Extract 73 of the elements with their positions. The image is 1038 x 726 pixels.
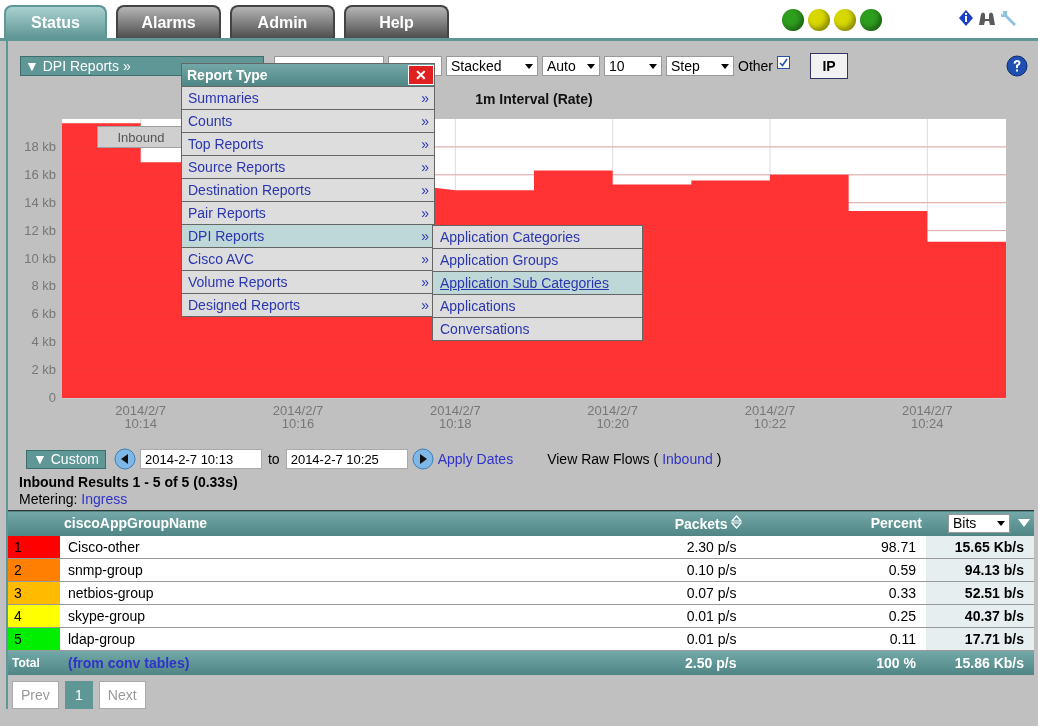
color-key-cell: 1: [8, 535, 60, 559]
submenu-arrow: »: [421, 90, 429, 106]
submenu-arrow: »: [421, 182, 429, 198]
menu-item-label: Designed Reports: [188, 297, 301, 313]
x-tick-label: 2014/2/7 10:18: [430, 403, 481, 431]
y-tick-label: 14 kb: [24, 194, 56, 210]
table-cell: 0.10 p/s: [517, 558, 747, 582]
total-note: (from conv tables): [60, 650, 518, 675]
table-cell: snmp-group: [60, 558, 518, 582]
submenu-arrow: »: [421, 205, 429, 221]
table-cell: 40.37 b/s: [926, 604, 1034, 628]
menu-item-label: Summaries: [188, 90, 259, 106]
total-cell: 100 %: [746, 650, 926, 675]
metering-label: Metering:: [19, 491, 78, 507]
chart-title: 1m Interval (Rate): [475, 91, 593, 107]
submenu-arrow: »: [421, 251, 429, 267]
y-tick-label: 4 kb: [31, 334, 56, 350]
raw-flows-close: ): [716, 451, 722, 467]
menu-item-label: Top Reports: [188, 136, 264, 152]
x-tick-label: 2014/2/7 10:16: [272, 403, 324, 431]
y-tick-label: 6 kb: [31, 306, 56, 322]
table-cell: 0.25: [746, 604, 926, 628]
menu-item-label: Volume Reports: [188, 274, 288, 290]
menu-item-label: Destination Reports: [188, 182, 311, 198]
table-cell: 98.71: [746, 535, 926, 559]
table-cell: 0.07 p/s: [517, 581, 747, 605]
menu-item-label: Cisco AVC: [188, 251, 254, 267]
menu-item-label: Counts: [188, 113, 233, 129]
raw-flows-label: View Raw Flows (: [547, 451, 659, 467]
y-tick-label: 10 kb: [24, 250, 56, 266]
color-key-cell: 3: [8, 581, 60, 605]
table-cell: 0.11: [746, 627, 926, 651]
table-cell: 15.65 Kb/s: [926, 535, 1034, 559]
submenu-arrow: »: [421, 136, 429, 152]
x-tick-label: 2014/2/7 10:24: [902, 403, 953, 431]
other-label: Other: [738, 58, 773, 74]
table-cell: 17.71 b/s: [926, 627, 1034, 651]
table-cell: 0.59: [746, 558, 926, 582]
menu-item-label: Source Reports: [188, 159, 286, 175]
to-label: to: [268, 451, 280, 467]
table-cell: 52.51 b/s: [926, 581, 1034, 605]
x-tick-label: 2014/2/7 10:22: [744, 403, 796, 431]
y-tick-label: 18 kb: [24, 138, 56, 154]
total-cell: 2.50 p/s: [517, 650, 747, 675]
submenu-arrow: »: [421, 228, 429, 244]
y-tick-label: 0: [48, 390, 56, 405]
submenu-arrow: »: [421, 159, 429, 175]
submenu-arrow: »: [421, 297, 429, 313]
color-key-cell: 5: [8, 627, 60, 651]
results-title: Inbound Results 1 - 5 of 5 (0.33s): [18, 474, 239, 490]
table-cell: netbios-group: [60, 581, 518, 605]
y-tick-label: 8 kb: [31, 278, 56, 294]
submenu-arrow: »: [421, 274, 429, 290]
x-tick-label: 2014/2/7 10:14: [115, 403, 166, 431]
table-cell: 94.13 b/s: [926, 558, 1034, 582]
y-tick-label: 16 kb: [24, 166, 56, 182]
table-cell: ldap-group: [60, 627, 518, 651]
submenu-arrow: »: [421, 113, 429, 129]
table-cell: 0.33: [746, 581, 926, 605]
total-cell: 15.86 Kb/s: [926, 650, 1034, 675]
table-cell: 0.01 p/s: [517, 627, 747, 651]
color-key-cell: 2: [8, 558, 60, 582]
table-cell: 0.01 p/s: [517, 604, 747, 628]
table-cell: skype-group: [60, 604, 518, 628]
total-label: Total: [8, 650, 60, 675]
x-tick-label: 2014/2/7 10:20: [587, 403, 638, 431]
table-cell: 2.30 p/s: [517, 535, 747, 559]
y-tick-label: 2 kb: [31, 362, 56, 378]
menu-item-label: Pair Reports: [188, 205, 266, 221]
table-cell: Cisco-other: [60, 535, 518, 559]
color-key-cell: 4: [8, 604, 60, 628]
menu-item-label: DPI Reports: [188, 228, 265, 244]
y-tick-label: 12 kb: [24, 222, 56, 238]
